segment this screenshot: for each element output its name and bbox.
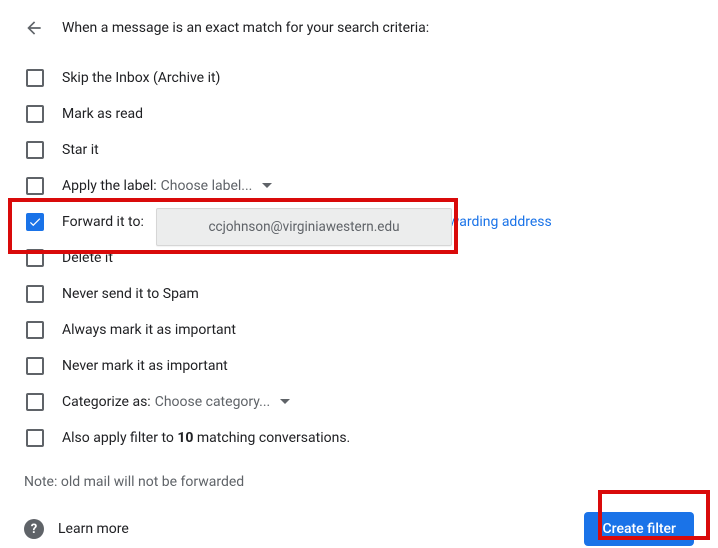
also-apply-label: Also apply filter to 10 matching convers…: [62, 430, 350, 446]
forward-note: Note: old mail will not be forwarded: [24, 474, 694, 490]
categorize-select-text: Choose category...: [155, 394, 271, 410]
mark-read-label: Mark as read: [62, 106, 143, 122]
chevron-down-icon: [262, 181, 272, 191]
skip-inbox-label: Skip the Inbox (Archive it): [62, 70, 220, 86]
delete-it-label: Delete it: [62, 250, 113, 266]
learn-more-label: Learn more: [58, 521, 129, 537]
delete-it-checkbox[interactable]: [26, 249, 44, 267]
star-it-checkbox[interactable]: [26, 141, 44, 159]
add-forwarding-address-link[interactable]: rwarding address: [444, 214, 552, 230]
categorize-label: Categorize as:: [62, 394, 151, 410]
never-spam-checkbox[interactable]: [26, 285, 44, 303]
apply-label-label: Apply the label:: [62, 178, 157, 194]
skip-inbox-checkbox[interactable]: [26, 69, 44, 87]
chevron-down-icon: [280, 397, 290, 407]
page-title: When a message is an exact match for you…: [62, 20, 429, 36]
apply-label-checkbox[interactable]: [26, 177, 44, 195]
create-filter-button[interactable]: Create filter: [584, 512, 694, 546]
categorize-checkbox[interactable]: [26, 393, 44, 411]
never-important-label: Never mark it as important: [62, 358, 228, 374]
forward-label: Forward it to:: [62, 214, 144, 230]
apply-label-select[interactable]: Choose label...: [161, 178, 273, 194]
check-icon: [28, 215, 42, 229]
categorize-select[interactable]: Choose category...: [155, 394, 291, 410]
help-icon: ?: [24, 519, 44, 539]
always-important-label: Always mark it as important: [62, 322, 236, 338]
back-arrow-icon[interactable]: [24, 18, 44, 38]
never-spam-label: Never send it to Spam: [62, 286, 199, 302]
mark-read-checkbox[interactable]: [26, 105, 44, 123]
always-important-checkbox[interactable]: [26, 321, 44, 339]
never-important-checkbox[interactable]: [26, 357, 44, 375]
forward-checkbox[interactable]: [26, 213, 44, 231]
forward-email-value: ccjohnson@virginiawestern.edu: [208, 219, 399, 235]
learn-more-link[interactable]: ? Learn more: [24, 519, 129, 539]
also-apply-checkbox[interactable]: [26, 429, 44, 447]
apply-label-select-text: Choose label...: [161, 178, 253, 194]
star-it-label: Star it: [62, 142, 99, 158]
forward-email-dropdown[interactable]: ccjohnson@virginiawestern.edu: [156, 208, 452, 246]
